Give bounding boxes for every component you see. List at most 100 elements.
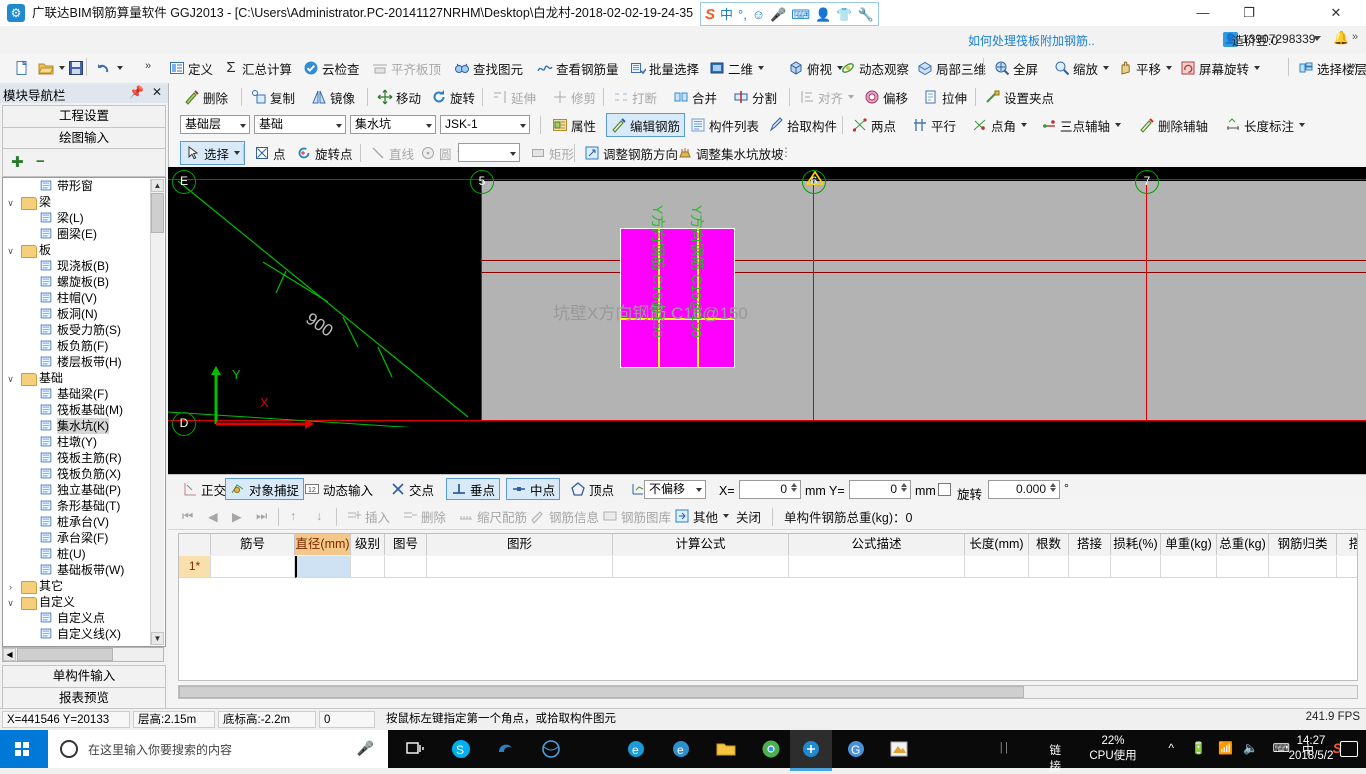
tree-vertical-scrollbar[interactable]: ▲ ▼ — [150, 179, 164, 645]
close-panel-button[interactable]: 关闭 — [732, 505, 765, 527]
scale-rebar-button[interactable]: 缩尺配筋 — [454, 505, 531, 527]
next-record-button[interactable]: ▶ — [228, 505, 246, 527]
first-record-button[interactable]: ⏮ — [178, 505, 197, 527]
tree-item-独立基础p[interactable]: 独立基础(P) — [3, 482, 149, 498]
tree-item-自定义线x[interactable]: 自定义线(X) — [3, 626, 149, 642]
break-button[interactable]: 打断 — [609, 83, 661, 111]
column-header-index[interactable] — [179, 534, 211, 555]
cell-单重(kg)[interactable] — [1161, 556, 1217, 578]
help-question-link[interactable]: 如何处理筏板附加钢筋.. — [968, 32, 1095, 49]
delete-row-button[interactable]: 删除 — [398, 505, 450, 527]
align-button[interactable]: 对齐 — [795, 83, 858, 111]
save-button[interactable] — [64, 53, 88, 83]
column-header-图号[interactable]: 图号 — [385, 534, 427, 555]
collapse-all-icon[interactable]: − — [36, 153, 45, 170]
rotate-point-button[interactable]: 旋转点 — [292, 139, 357, 167]
component-list-button[interactable]: 构件列表 — [686, 111, 763, 139]
three-point-axis-button[interactable]: 三点辅轴 — [1037, 111, 1125, 139]
y-spinner[interactable] — [899, 482, 909, 499]
notification-icon[interactable] — [1340, 741, 1358, 757]
ime-mode-icon[interactable]: 中 — [720, 8, 733, 21]
snap-ortho-toggle[interactable]: 正交 — [178, 478, 230, 500]
chevron-down-icon[interactable] — [723, 514, 730, 518]
microphone-icon[interactable]: 🎤 — [357, 740, 374, 757]
close-button[interactable]: ✕ — [1306, 0, 1366, 26]
tree-item-承台梁f[interactable]: 承台梁(F) — [3, 530, 149, 546]
ie-button[interactable]: e — [615, 730, 657, 768]
tree-item-楼层板带h[interactable]: 楼层板带(H) — [3, 354, 149, 370]
other-menu-button[interactable]: 其他 — [670, 505, 733, 527]
rotate-input[interactable]: 0.000 — [988, 480, 1060, 499]
move-button[interactable]: 移动 — [373, 83, 425, 111]
chevron-down-icon[interactable] — [758, 66, 765, 70]
tree-expander-icon[interactable]: › — [5, 579, 16, 595]
column-header-单重(kg)[interactable]: 单重(kg) — [1161, 534, 1217, 555]
scroll-left-icon[interactable]: ◀ — [3, 648, 16, 661]
toolbar-overflow-right[interactable]: » — [1352, 60, 1358, 72]
gld-app-button[interactable] — [790, 730, 832, 771]
battery-icon[interactable]: 🔋 — [1191, 741, 1206, 755]
chevron-down-icon[interactable] — [117, 66, 123, 70]
ime-toolbox-icon[interactable]: 🔧 — [857, 8, 873, 21]
component-tree[interactable]: 带形窗 ∨ 梁梁(L) 圈梁(E) ∨ 板现浇板(B) 螺旋板(B) 柱帽(V) 板洞(N) 板受… — [2, 177, 166, 647]
axis-bubble-e[interactable]: E — [172, 170, 196, 194]
tree-item-圈梁e[interactable]: 圈梁(E) — [3, 226, 149, 242]
cloud-check-button[interactable]: 云检查 — [299, 53, 364, 83]
new-file-button[interactable] — [10, 53, 34, 83]
view-rebar-qty-button[interactable]: 查看钢筋量 — [533, 53, 623, 83]
insert-row-button[interactable]: 插入 — [342, 505, 394, 527]
tree-item-筏板负筋x[interactable]: 筏板负筋(X) — [3, 466, 149, 482]
dynamic-observe-button[interactable]: 动态观察 — [836, 53, 913, 83]
define-button[interactable]: 定义 — [165, 53, 217, 83]
tree-item-板[interactable]: ∨ 板 — [3, 242, 149, 258]
tray-link-label[interactable]: 链接 — [1050, 742, 1062, 774]
delete-axis-button[interactable]: 删除辅轴 — [1135, 111, 1212, 139]
tree-item-筏板基础m[interactable]: 筏板基础(M) — [3, 402, 149, 418]
tree-expander-icon[interactable]: ∨ — [5, 243, 16, 259]
tree-item-桩承台v[interactable]: 桩承台(V) — [3, 514, 149, 530]
task-view-button[interactable] — [395, 730, 437, 768]
wifi-icon[interactable]: 📶 — [1218, 741, 1233, 755]
chevron-down-icon[interactable] — [234, 151, 241, 155]
tree-item-自定义点[interactable]: 自定义点 — [3, 610, 149, 626]
clock[interactable]: 14:27 2018/5/2 — [1274, 734, 1348, 764]
adjust-pit-slope-button[interactable]: 调整集水坑放坡 — [673, 139, 788, 167]
axis-bubble-5[interactable]: 5 — [470, 170, 494, 194]
search-box[interactable]: 在这里输入你要搜索的内容 🎤 — [48, 730, 388, 768]
scroll-up-icon[interactable]: ▲ — [151, 179, 164, 192]
point-angle-button[interactable]: 点角 — [968, 111, 1031, 139]
sogou-ime-toolbar[interactable]: S 中 °, ☺ 🎤 ⌨ 👤 👕 🔧 — [700, 2, 879, 26]
find-element-button[interactable]: 查找图元 — [450, 53, 527, 83]
rotate-checkbox[interactable] — [938, 483, 951, 496]
hscroll-thumb[interactable] — [17, 648, 113, 661]
toolbar-overflow-mid[interactable]: » — [690, 60, 696, 72]
tree-item-其它[interactable]: › 其它 — [3, 578, 149, 594]
cell-图形[interactable] — [427, 556, 613, 578]
tree-item-板洞n[interactable]: 板洞(N) — [3, 306, 149, 322]
tree-expander-icon[interactable]: ∨ — [5, 595, 16, 611]
move-up-button[interactable]: ↑ — [286, 505, 300, 527]
paint-button[interactable] — [878, 730, 920, 768]
project-settings-button[interactable]: 工程设置 — [2, 105, 166, 129]
sump-pit-element[interactable] — [620, 228, 735, 368]
axis-bubble-d[interactable]: D — [172, 412, 196, 436]
chevron-down-icon[interactable] — [520, 124, 526, 128]
adjust-rebar-direction-button[interactable]: 调整钢筋方向 — [580, 139, 682, 167]
move-down-button[interactable]: ↓ — [312, 505, 326, 527]
chevron-up-icon[interactable]: ^ — [1168, 741, 1174, 755]
cell-搭接形[interactable] — [1337, 556, 1357, 578]
tree-item-梁l[interactable]: 梁(L) — [3, 210, 149, 226]
chevron-down-icon[interactable] — [1254, 66, 1261, 70]
tree-item-自定义[interactable]: ∨ 自定义 — [3, 594, 149, 610]
rotate-spinner[interactable] — [1048, 482, 1058, 499]
single-component-input-button[interactable]: 单构件输入 — [2, 665, 166, 689]
tree-item-带形窗[interactable]: 带形窗 — [3, 178, 149, 194]
merge-button[interactable]: 合并 — [669, 83, 721, 111]
rect-tool-button[interactable]: 矩形 — [526, 139, 578, 167]
offset-button[interactable]: 偏移 — [860, 83, 912, 111]
chevron-down-icon[interactable] — [426, 124, 432, 128]
tree-item-基础[interactable]: ∨ 基础 — [3, 370, 149, 386]
tree-item-板受力筋s[interactable]: 板受力筋(S) — [3, 322, 149, 338]
tree-item-桩u[interactable]: 桩(U) — [3, 546, 149, 562]
tree-horizontal-scrollbar[interactable]: ◀ ▶ — [2, 647, 184, 662]
